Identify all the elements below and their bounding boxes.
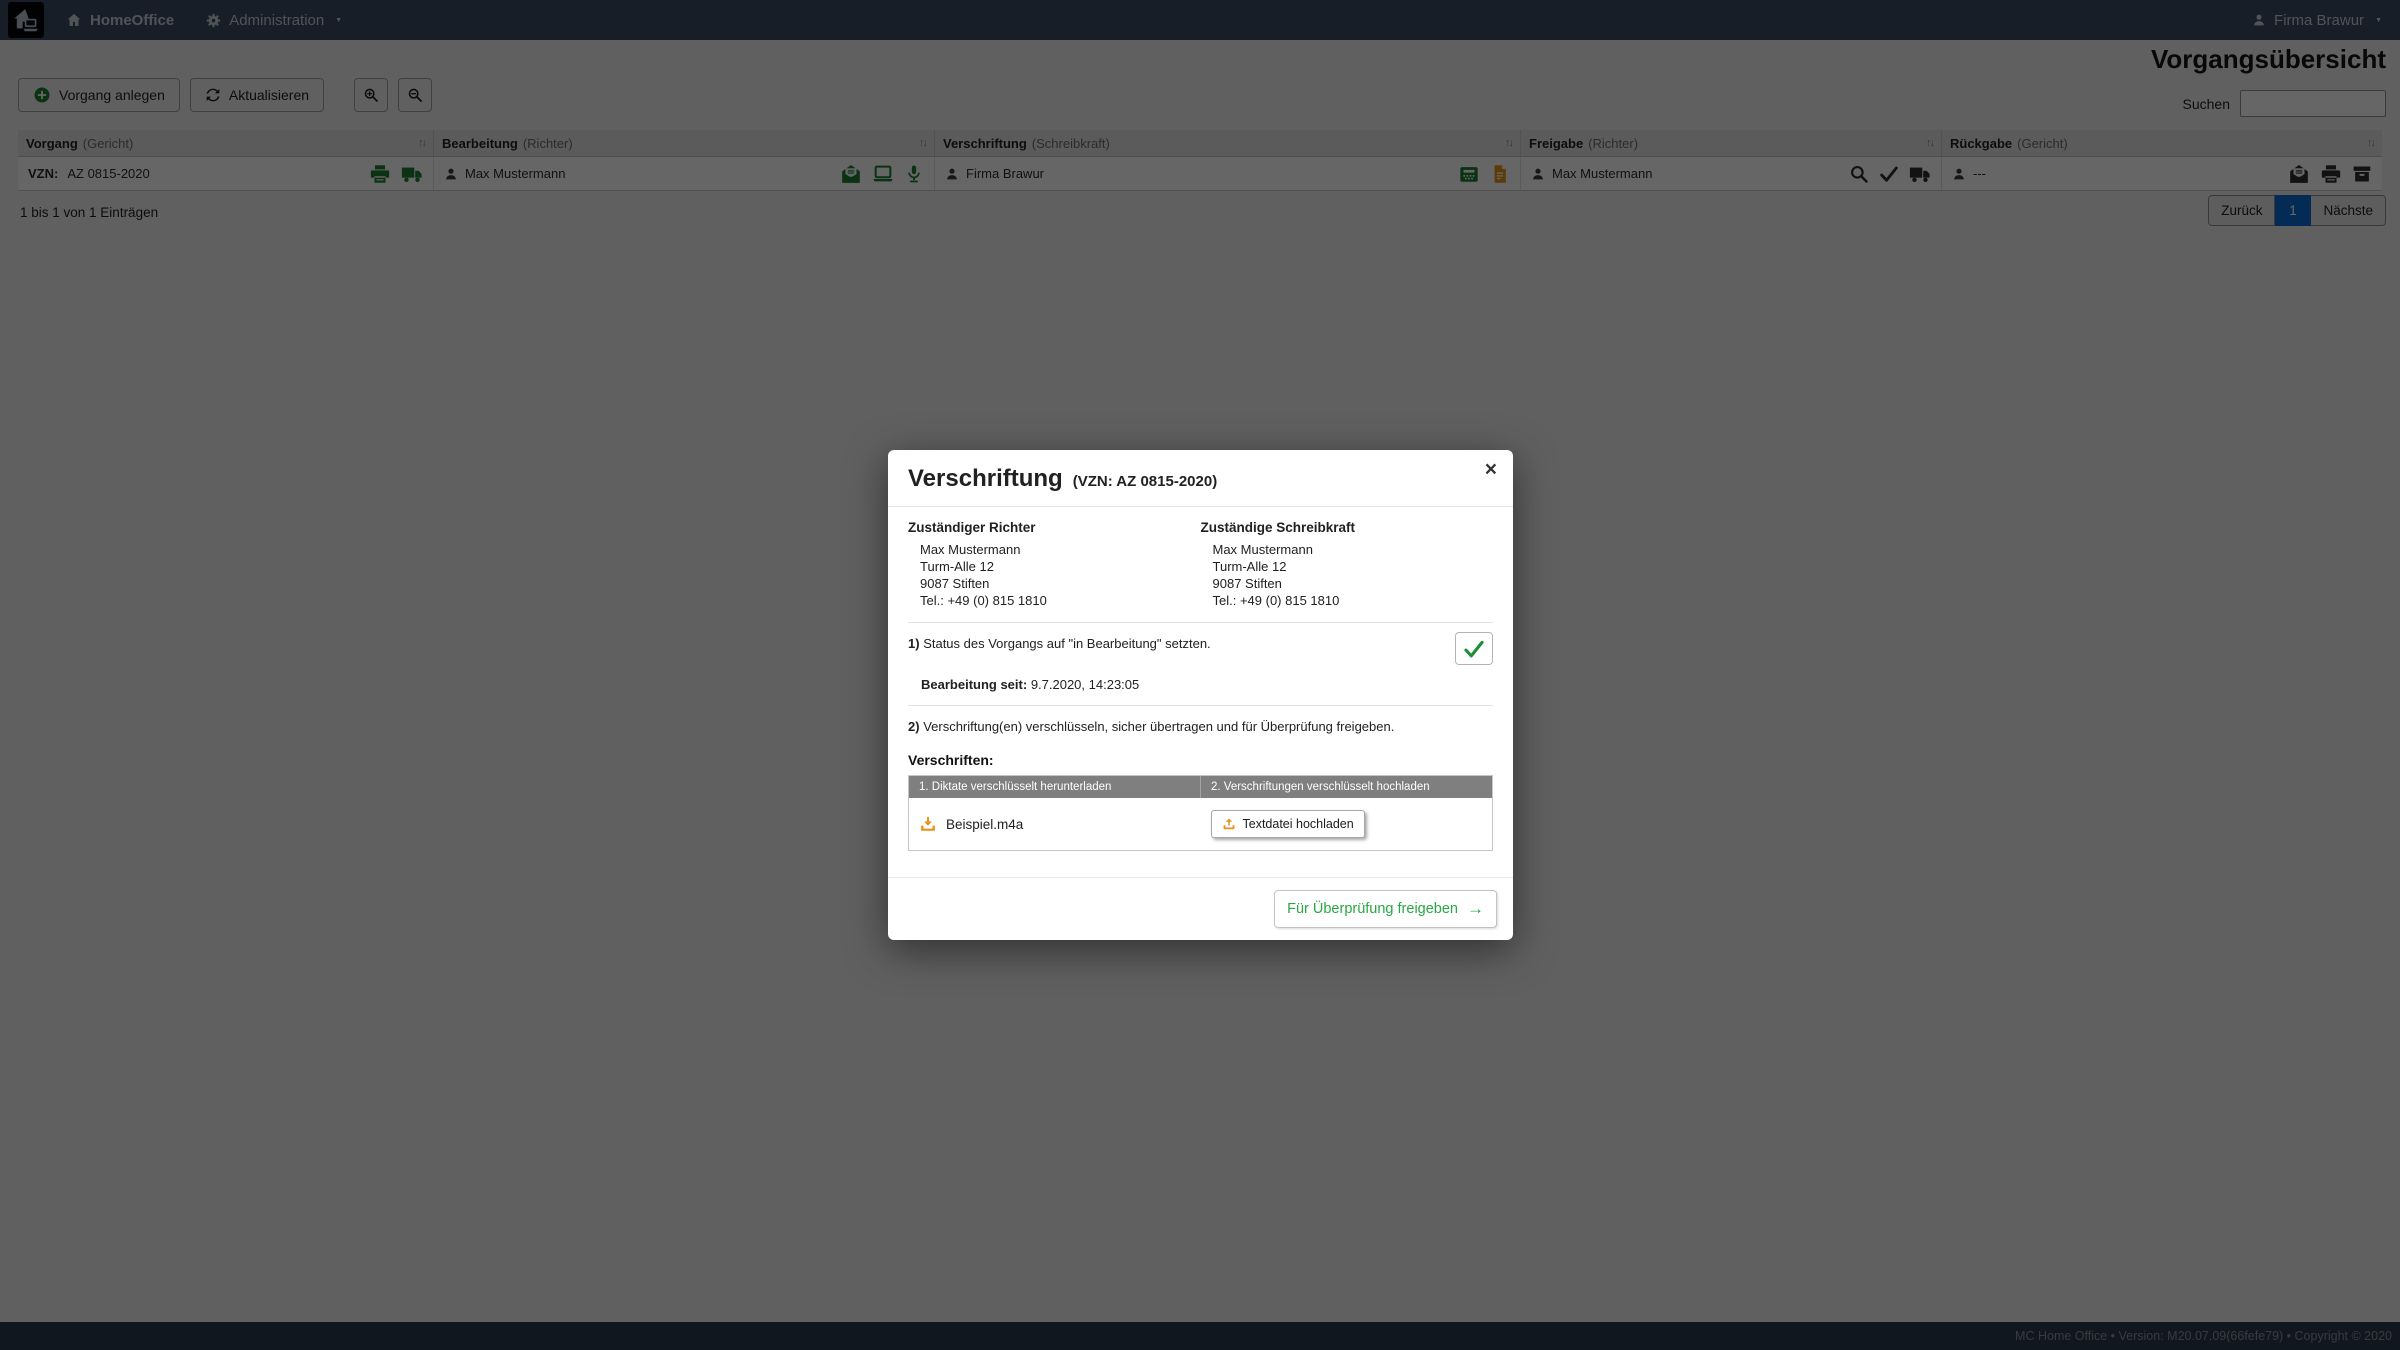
files-col-upload: 2. Verschriftungen verschlüsselt hochlad… — [1211, 781, 1430, 793]
step2-number: 2) — [908, 719, 920, 734]
divider — [908, 622, 1493, 623]
since-value: 9.7.2020, 14:23:05 — [1030, 677, 1140, 692]
verschriften-heading: Verschriften: — [908, 752, 994, 768]
step1-check-button[interactable] — [1455, 632, 1493, 665]
address-line: Max Mustermann — [1212, 542, 1313, 557]
files-table: 1. Diktate verschlüsselt herunterladen 2… — [908, 775, 1493, 851]
verschriftung-modal: Verschriftung (VZN: AZ 0815-2020) × Zust… — [888, 450, 1513, 940]
modal-title: Verschriftung — [908, 465, 1063, 492]
address-line: Tel.: +49 (0) 815 1810 — [920, 593, 1047, 608]
check-icon — [1463, 638, 1485, 660]
arrow-right-icon: → — [1467, 899, 1484, 918]
since-label: Bearbeitung seit: — [921, 677, 1028, 692]
address-line: 9087 Stiften — [920, 576, 990, 591]
filename: Beispiel.m4a — [946, 816, 1024, 832]
step1-text: 1) Status des Vorgangs auf "in Bearbeitu… — [908, 636, 1211, 651]
address-line: Turm-Alle 12 — [920, 559, 994, 574]
address-line: Max Mustermann — [920, 542, 1021, 557]
submit-label: Für Überprüfung freigeben — [1287, 901, 1458, 917]
divider — [908, 705, 1493, 706]
upload-button-label: Textdatei hochladen — [1242, 817, 1354, 831]
bearbeitung-since: Bearbeitung seit: 9.7.2020, 14:23:05 — [921, 677, 1493, 692]
modal-subtitle: (VZN: AZ 0815-2020) — [1072, 473, 1218, 490]
address-line: Tel.: +49 (0) 815 1810 — [1212, 593, 1340, 608]
files-table-row: Beispiel.m4a Textdatei hochladen — [909, 798, 1492, 850]
submit-review-button[interactable]: Für Überprüfung freigeben → — [1274, 890, 1497, 928]
address-line: Turm-Alle 12 — [1212, 559, 1287, 574]
files-col-download: 1. Diktate verschlüsselt herunterladen — [909, 776, 1201, 798]
richter-address: Zuständiger Richter Max Mustermann Turm-… — [908, 520, 1201, 609]
step2-text: 2) Verschriftung(en) verschlüsseln, sich… — [908, 719, 1493, 734]
download-icon — [919, 815, 937, 833]
files-table-header: 1. Diktate verschlüsselt herunterladen 2… — [909, 776, 1492, 798]
richter-heading: Zuständiger Richter — [908, 520, 1036, 535]
step1-number: 1) — [908, 636, 920, 651]
schreibkraft-address: Zuständige Schreibkraft Max Mustermann T… — [1201, 520, 1494, 609]
download-file-link[interactable]: Beispiel.m4a — [909, 815, 1201, 833]
upload-text-button[interactable]: Textdatei hochladen — [1210, 810, 1365, 838]
upload-icon — [1222, 817, 1236, 831]
modal-header: Verschriftung (VZN: AZ 0815-2020) × — [888, 450, 1513, 507]
modal-footer: Für Überprüfung freigeben → — [888, 877, 1513, 940]
address-block: Zuständiger Richter Max Mustermann Turm-… — [908, 520, 1493, 609]
schreibkraft-heading: Zuständige Schreibkraft — [1200, 520, 1356, 535]
address-line: 9087 Stiften — [1212, 576, 1282, 591]
step2-description: Verschriftung(en) verschlüsseln, sicher … — [923, 719, 1395, 734]
step1-description: Status des Vorgangs auf "in Bearbeitung"… — [923, 636, 1211, 651]
upload-cell: Textdatei hochladen — [1201, 810, 1493, 838]
close-button[interactable]: × — [1485, 458, 1497, 482]
step1-row: 1) Status des Vorgangs auf "in Bearbeitu… — [908, 632, 1493, 665]
modal-body: Zuständiger Richter Max Mustermann Turm-… — [888, 507, 1513, 851]
